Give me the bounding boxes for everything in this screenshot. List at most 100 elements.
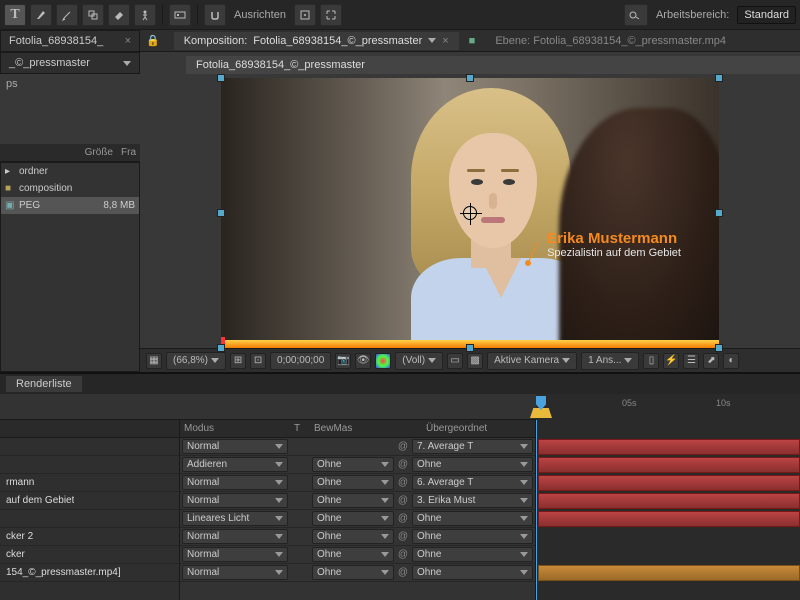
comp-tab-active[interactable]: Komposition: Fotolia_68938154_©_pressmas… [174,32,459,50]
layer-bar[interactable] [538,439,800,455]
col-trackmatte[interactable]: BewMas [310,423,396,434]
layer-panel-icon[interactable]: ■ [469,35,476,47]
close-icon[interactable]: × [125,35,131,47]
layer-row[interactable]: Lineares Licht Ohne@Ohne [180,510,535,528]
close-icon[interactable]: × [442,35,448,47]
fast-preview-icon[interactable]: ⚡ [663,353,679,369]
project-item-comp[interactable]: ■ composition [1,180,139,197]
blend-mode-dropdown[interactable]: Normal [182,565,288,580]
col-size[interactable]: Größe [81,144,117,161]
layer-row[interactable]: cker [0,546,179,564]
transform-handle[interactable] [217,344,225,352]
parent-pickwhip-icon[interactable]: @ [396,459,410,470]
expand-icon[interactable] [320,4,342,26]
track-matte-dropdown[interactable]: Ohne [312,529,394,544]
comp-flowchart-icon[interactable]: ⬈ [703,353,719,369]
transform-handle[interactable] [217,209,225,217]
track-matte-dropdown[interactable]: Ohne [312,457,394,472]
layer-bar[interactable] [538,475,800,491]
transform-handle[interactable] [466,344,474,352]
renderlist-tab[interactable]: Renderliste [6,376,82,392]
col-t[interactable]: T [290,423,310,434]
canvas[interactable]: Erika Mustermann Spezialistin auf dem Ge… [221,78,719,348]
col-framerate[interactable]: Fra [117,144,140,161]
layer-row[interactable]: Normal @7. Average T [180,438,535,456]
guides-icon[interactable]: ⊡ [250,353,266,369]
layer-bar[interactable] [538,493,800,509]
project-item-video[interactable]: ▣ PEG 8,8 MB [1,197,139,214]
layer-row[interactable]: 154_©_pressmaster.mp4] [0,564,179,582]
cti-head[interactable] [536,396,546,410]
comp-flowchart-tab[interactable]: Fotolia_68938154_©_pressmaster [186,56,800,74]
parent-pickwhip-icon[interactable]: @ [396,441,410,452]
col-modus[interactable]: Modus [180,423,290,434]
blend-mode-dropdown[interactable]: Normal [182,529,288,544]
layer-row[interactable]: cker 2 [0,528,179,546]
parent-pickwhip-icon[interactable]: @ [396,477,410,488]
transform-handle[interactable] [466,74,474,82]
parent-dropdown[interactable]: Ohne [412,511,533,526]
resolution-dropdown[interactable]: (Voll) [395,352,443,370]
show-snapshot-icon[interactable]: 👁 [355,353,371,369]
project-tab-2[interactable]: _©_pressmaster [0,52,140,74]
zoom-dropdown[interactable]: (66,8%) [166,352,226,370]
tracks-area[interactable] [536,420,800,600]
blend-mode-dropdown[interactable]: Normal [182,547,288,562]
track-matte-dropdown[interactable]: Ohne [312,547,394,562]
pen-tool[interactable] [30,4,52,26]
dropdown-icon[interactable] [428,38,436,43]
parent-dropdown[interactable]: Ohne [412,457,533,472]
track-matte-dropdown[interactable]: Ohne [312,493,394,508]
parent-pickwhip-icon[interactable]: @ [396,513,410,524]
brush-tool[interactable] [56,4,78,26]
parent-pickwhip-icon[interactable]: @ [396,549,410,560]
blend-mode-dropdown[interactable]: Normal [182,439,288,454]
transform-handle[interactable] [715,74,723,82]
snapshot-icon[interactable]: 📷 [335,353,351,369]
timecode[interactable]: 0;00;00;00 [270,352,331,370]
grid-icon[interactable]: ⊞ [230,353,246,369]
layer-bar[interactable] [538,511,800,527]
lock-icon[interactable]: 🔒 [146,34,160,47]
clone-tool[interactable] [82,4,104,26]
text-tool[interactable]: T [4,4,26,26]
layer-row[interactable] [0,438,179,456]
layer-bar[interactable] [538,565,800,581]
blend-mode-dropdown[interactable]: Addieren [182,457,288,472]
composition-viewer[interactable]: Erika Mustermann Spezialistin auf dem Ge… [140,74,800,348]
search-icon[interactable] [624,4,648,26]
layer-row[interactable]: NormalOhne@Ohne [180,546,535,564]
layer-controls-icon[interactable] [169,4,191,26]
track-matte-dropdown[interactable]: Ohne [312,511,394,526]
layer-row[interactable]: NormalOhne@3. Erika Must [180,492,535,510]
cti-line[interactable] [536,420,537,600]
transform-handle[interactable] [217,74,225,82]
time-ruler[interactable]: 05s 10s [536,394,800,420]
parent-dropdown[interactable]: 7. Average T [412,439,533,454]
workspace-selector[interactable]: Standard [737,6,796,24]
parent-dropdown[interactable]: 3. Erika Must [412,493,533,508]
pixel-aspect-icon[interactable]: ▯ [643,353,659,369]
layer-row[interactable] [0,510,179,528]
layer-tab[interactable]: Ebene: Fotolia_68938154_©_pressmaster.mp… [485,32,736,50]
eraser-tool[interactable] [108,4,130,26]
layer-row[interactable]: NormalOhne@Ohne [180,564,535,582]
transform-handle[interactable] [715,344,723,352]
col-parent[interactable]: Übergeordnet [422,423,491,434]
parent-pickwhip-icon[interactable]: @ [396,531,410,542]
layer-row[interactable]: NormalOhne@6. Average T [180,474,535,492]
project-item-folder[interactable]: ▸ ordner [1,163,139,180]
layer-row[interactable] [0,456,179,474]
layer-row[interactable]: Addieren Ohne@Ohne [180,456,535,474]
parent-pickwhip-icon[interactable]: @ [396,567,410,578]
exposure-icon[interactable]: ◐ [723,353,739,369]
blend-mode-dropdown[interactable]: Lineares Licht [182,511,288,526]
track-matte-dropdown[interactable]: Ohne [312,565,394,580]
views-dropdown[interactable]: 1 Ans... [581,352,639,370]
timeline-icon[interactable]: ☰ [683,353,699,369]
track-matte-dropdown[interactable]: Ohne [312,475,394,490]
project-tab-1[interactable]: Fotolia_68938154_ × [0,30,140,52]
channel-icon[interactable] [375,353,391,369]
transform-handle[interactable] [715,209,723,217]
layer-bar[interactable] [538,457,800,473]
